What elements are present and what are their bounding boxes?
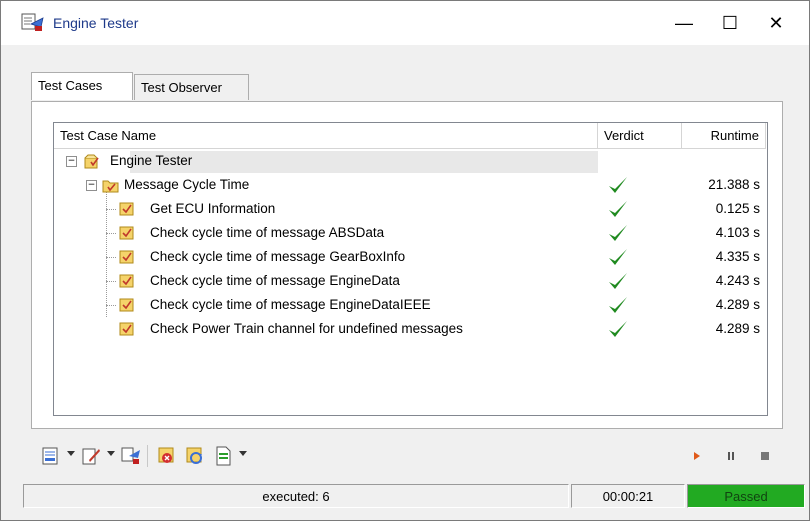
- tab-test-cases[interactable]: Test Cases: [31, 72, 133, 100]
- verdict-passed-check-icon: [609, 249, 627, 265]
- stop-test-icon[interactable]: [157, 446, 177, 466]
- tree-row-group[interactable]: − Message Cycle Time 21.388 s: [54, 173, 766, 197]
- test-case-label: Get ECU Information: [150, 201, 276, 216]
- refresh-icon[interactable]: [185, 446, 205, 466]
- tree-group-label: Message Cycle Time: [124, 177, 250, 192]
- group-runtime-value: 21.388 s: [708, 177, 760, 192]
- edit-icon[interactable]: [81, 446, 101, 466]
- toolbar-separator: [147, 445, 148, 467]
- document-dropdown-arrow[interactable]: [239, 451, 247, 456]
- root-row-highlight: [130, 151, 598, 173]
- title-bar: Engine Tester — ☐ ✕: [1, 1, 809, 45]
- test-case-runtime-value: 4.335 s: [715, 249, 760, 264]
- test-case-runtime-value: 4.289 s: [715, 321, 760, 336]
- tree-row-test-case[interactable]: Check cycle time of message GearBoxInfo …: [54, 245, 766, 269]
- test-case-runtime-value: 4.103 s: [715, 225, 760, 240]
- status-bar: executed: 6 00:00:21 Passed: [23, 484, 806, 510]
- stop-icon[interactable]: [755, 446, 775, 466]
- minimize-button[interactable]: —: [661, 1, 707, 45]
- close-button[interactable]: ✕: [753, 1, 799, 45]
- column-header-test-case-name[interactable]: Test Case Name: [54, 123, 598, 149]
- tree-row-test-case[interactable]: Check Power Train channel for undefined …: [54, 317, 766, 341]
- elapsed-time: 00:00:21: [571, 484, 685, 508]
- executed-count: executed: 6: [23, 484, 569, 508]
- tab-test-observer[interactable]: Test Observer: [134, 74, 249, 100]
- tree-row-root[interactable]: − Engine Tester: [54, 149, 766, 173]
- verdict-passed-check-icon: [609, 177, 627, 193]
- edit-dropdown-arrow[interactable]: [107, 451, 115, 456]
- engine-tester-app-icon: [21, 13, 44, 31]
- column-header-runtime[interactable]: Runtime: [682, 123, 766, 149]
- test-case-label: Check cycle time of message EngineDataIE…: [150, 297, 431, 312]
- test-case-label: Check cycle time of message EngineData: [150, 273, 400, 288]
- test-case-icon: [119, 274, 134, 288]
- test-group-folder-icon: [102, 180, 119, 193]
- document-icon[interactable]: [213, 446, 233, 466]
- verdict-passed-check-icon: [609, 225, 627, 241]
- tree-row-test-case[interactable]: Check cycle time of message EngineDataIE…: [54, 293, 766, 317]
- play-icon[interactable]: [687, 446, 707, 466]
- test-case-label: Check cycle time of message ABSData: [150, 225, 385, 240]
- test-cases-panel: Test Case Name Verdict Runtime − Engine: [31, 101, 783, 429]
- collapse-root-toggle[interactable]: −: [66, 156, 77, 167]
- test-case-icon: [119, 202, 134, 216]
- report-icon[interactable]: [41, 446, 61, 466]
- maximize-button[interactable]: ☐: [707, 1, 753, 45]
- test-case-runtime-value: 4.243 s: [715, 273, 760, 288]
- report-dropdown-arrow[interactable]: [67, 451, 75, 456]
- test-case-icon: [119, 298, 134, 312]
- test-toolbar: [37, 441, 777, 471]
- collapse-group-toggle[interactable]: −: [86, 180, 97, 191]
- tree-row-test-case[interactable]: Check cycle time of message ABSData 4.10…: [54, 221, 766, 245]
- tree-row-test-case[interactable]: Get ECU Information 0.125 s: [54, 197, 766, 221]
- tree-root-label: Engine Tester: [110, 153, 193, 168]
- test-case-runtime-value: 4.289 s: [715, 297, 760, 312]
- pause-icon[interactable]: [721, 446, 741, 466]
- window-title: Engine Tester: [53, 15, 139, 31]
- verdict-passed-check-icon: [609, 273, 627, 289]
- tree-row-test-case[interactable]: Check cycle time of message EngineData 4…: [54, 269, 766, 293]
- test-case-tree-grid[interactable]: Test Case Name Verdict Runtime − Engine: [53, 122, 768, 416]
- tester-icon[interactable]: [121, 446, 141, 466]
- test-environment-icon: [84, 154, 99, 169]
- test-case-label: Check cycle time of message GearBoxInfo: [150, 249, 406, 264]
- column-header-verdict[interactable]: Verdict: [598, 123, 682, 149]
- test-case-runtime-value: 0.125 s: [715, 201, 760, 216]
- engine-tester-window: Engine Tester — ☐ ✕ Test Cases Test Obse…: [0, 0, 810, 521]
- verdict-passed-check-icon: [609, 297, 627, 313]
- verdict-passed-check-icon: [609, 321, 627, 337]
- verdict-passed-check-icon: [609, 201, 627, 217]
- test-case-label: Check Power Train channel for undefined …: [150, 321, 463, 336]
- overall-verdict-badge: Passed: [687, 484, 805, 508]
- test-case-icon: [119, 322, 134, 336]
- test-case-icon: [119, 226, 134, 240]
- test-case-icon: [119, 250, 134, 264]
